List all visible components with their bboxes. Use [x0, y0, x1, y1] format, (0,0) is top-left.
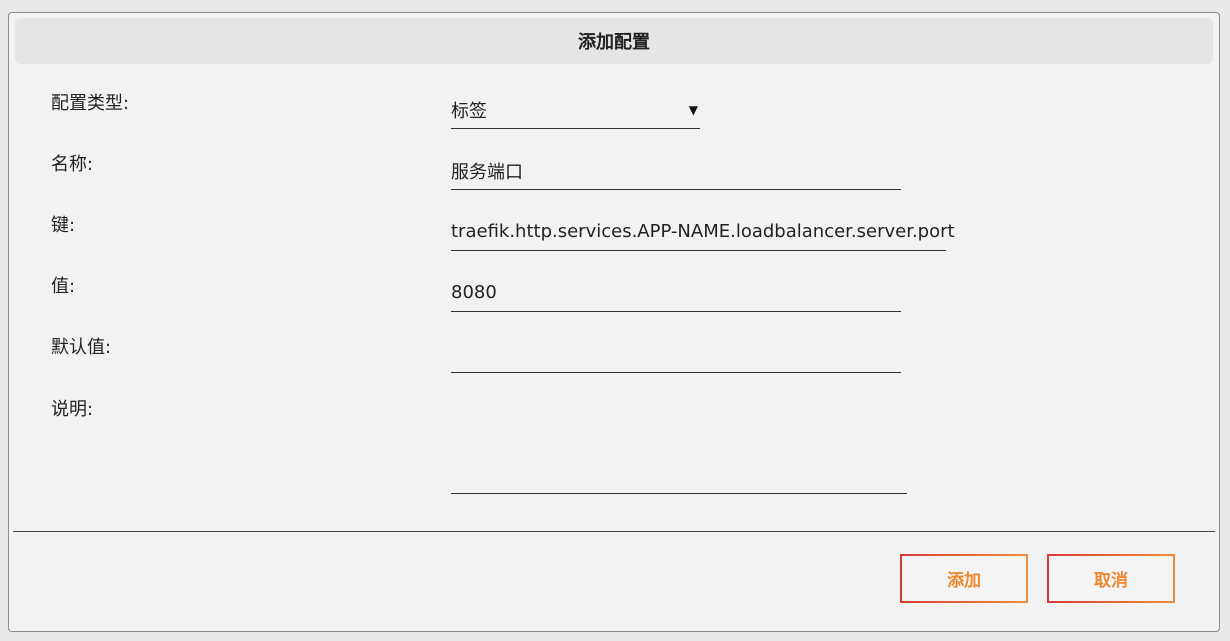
type-label: 配置类型: [51, 93, 130, 114]
type-select-value: 标签 [451, 100, 487, 122]
key-label: 键: [51, 215, 76, 236]
default-value-field[interactable] [451, 335, 901, 373]
add-config-dialog: 添加配置 配置类型: 标签 ▼ 名称: 服务端口 键: traefik.http… [8, 12, 1220, 632]
add-button[interactable]: 添加 [900, 554, 1028, 603]
default-value-label: 默认值: [51, 337, 112, 358]
key-field[interactable]: traefik.http.services.APP-NAME.loadbalan… [451, 213, 955, 251]
dialog-title: 添加配置 [578, 32, 650, 53]
value-label: 值: [51, 276, 76, 297]
type-select[interactable]: 标签 ▼ [451, 91, 700, 129]
description-textarea[interactable] [451, 396, 907, 494]
name-label: 名称: [51, 154, 94, 175]
key-field-value: traefik.http.services.APP-NAME.loadbalan… [451, 221, 955, 242]
name-field[interactable]: 服务端口 [451, 152, 901, 190]
value-field-value: 8080 [451, 282, 497, 303]
chevron-down-icon: ▼ [688, 102, 698, 117]
description-label: 说明: [51, 399, 94, 420]
value-field[interactable]: 8080 [451, 274, 901, 312]
footer-divider [13, 531, 1215, 532]
dialog-titlebar: 添加配置 [15, 18, 1213, 64]
cancel-button[interactable]: 取消 [1047, 554, 1175, 603]
name-field-value: 服务端口 [451, 161, 523, 183]
